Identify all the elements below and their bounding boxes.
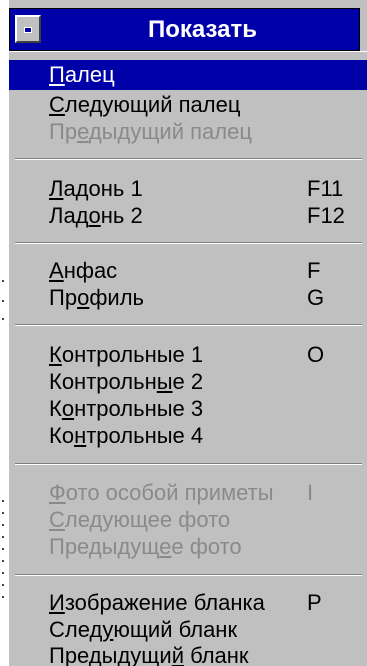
menu-item-palm-2[interactable]: Ладонь 2 F12 [9, 202, 367, 229]
menu-item-label: Предыдущий бланк [49, 643, 249, 666]
menu-item-label: Контрольные 2 [49, 369, 204, 394]
menu-item-shortcut: F12 [307, 203, 345, 228]
menu-item-palm-1[interactable]: Ладонь 1 F11 [9, 175, 367, 202]
menu-separator [15, 242, 362, 244]
menu-item-label: Контрольные 4 [49, 423, 204, 448]
menu-item-finger[interactable]: Палец [9, 60, 367, 90]
menu-item-control-1[interactable]: Контрольные 1 O [9, 341, 367, 368]
menu-item-label: Анфас [49, 258, 118, 283]
menu-item-label: Ладонь 2 [49, 203, 143, 228]
menu-item-label: Следующее фото [49, 507, 231, 532]
menu-item-profile[interactable]: Профиль G [9, 284, 367, 311]
title-bar: Показать [9, 8, 360, 51]
menu-separator [15, 324, 362, 326]
menu-item-shortcut: G [307, 285, 325, 310]
menu-item-form-image[interactable]: Изображение бланка P [9, 589, 367, 616]
system-menu-button[interactable] [15, 15, 41, 43]
menu-item-control-4[interactable]: Контрольные 4 [9, 422, 367, 449]
menu-separator [15, 574, 362, 576]
menu-item-shortcut: I [307, 480, 314, 505]
menu-separator [15, 463, 362, 465]
menu-item-special-mark-photo[interactable]: Фото особой приметы I [9, 479, 367, 506]
menu-item-shortcut: F11 [307, 176, 344, 201]
system-menu-icon [24, 27, 32, 33]
menu-item-label: Ладонь 1 [49, 176, 143, 201]
menu-separator [15, 158, 362, 160]
menu-item-label: Следующий палец [49, 92, 241, 117]
menu-item-label: Изображение бланка [49, 590, 265, 615]
background-dots [0, 0, 8, 666]
menu-item-next-form[interactable]: Следующий бланк [9, 616, 367, 643]
menu-item-previous-finger[interactable]: Предыдущий палец [9, 118, 367, 145]
menu-item-control-3[interactable]: Контрольные 3 [9, 395, 367, 422]
menu-item-front-view[interactable]: Анфас F [9, 257, 367, 284]
menu-item-label: Палец [49, 62, 115, 87]
window-title: Показать [147, 16, 258, 43]
menu-item-previous-form[interactable]: Предыдущий бланк [9, 642, 367, 666]
menu-item-label: Фото особой приметы [49, 480, 274, 505]
menu-item-label: Контрольные 3 [49, 396, 204, 421]
menu-item-shortcut: F [307, 258, 321, 283]
dropdown-menu: Палец Следующий палец Предыдущий палец Л… [9, 59, 367, 666]
menu-item-label: Следующий бланк [49, 617, 238, 642]
menu-item-label: Предыдущий палец [49, 119, 252, 144]
menu-item-previous-photo[interactable]: Предыдущее фото [9, 533, 367, 560]
menu-item-label: Предыдущее фото [49, 534, 242, 559]
menu-item-shortcut: P [307, 590, 322, 615]
show-menu-window: Показать Палец Следующий палец Предыдущи… [8, 0, 367, 666]
menu-item-next-finger[interactable]: Следующий палец [9, 91, 367, 118]
menu-item-shortcut: O [307, 342, 325, 367]
menu-item-label: Контрольные 1 [49, 342, 204, 367]
menu-item-label: Профиль [49, 285, 145, 310]
menu-item-control-2[interactable]: Контрольные 2 [9, 368, 367, 395]
menu-item-next-photo[interactable]: Следующее фото [9, 506, 367, 533]
